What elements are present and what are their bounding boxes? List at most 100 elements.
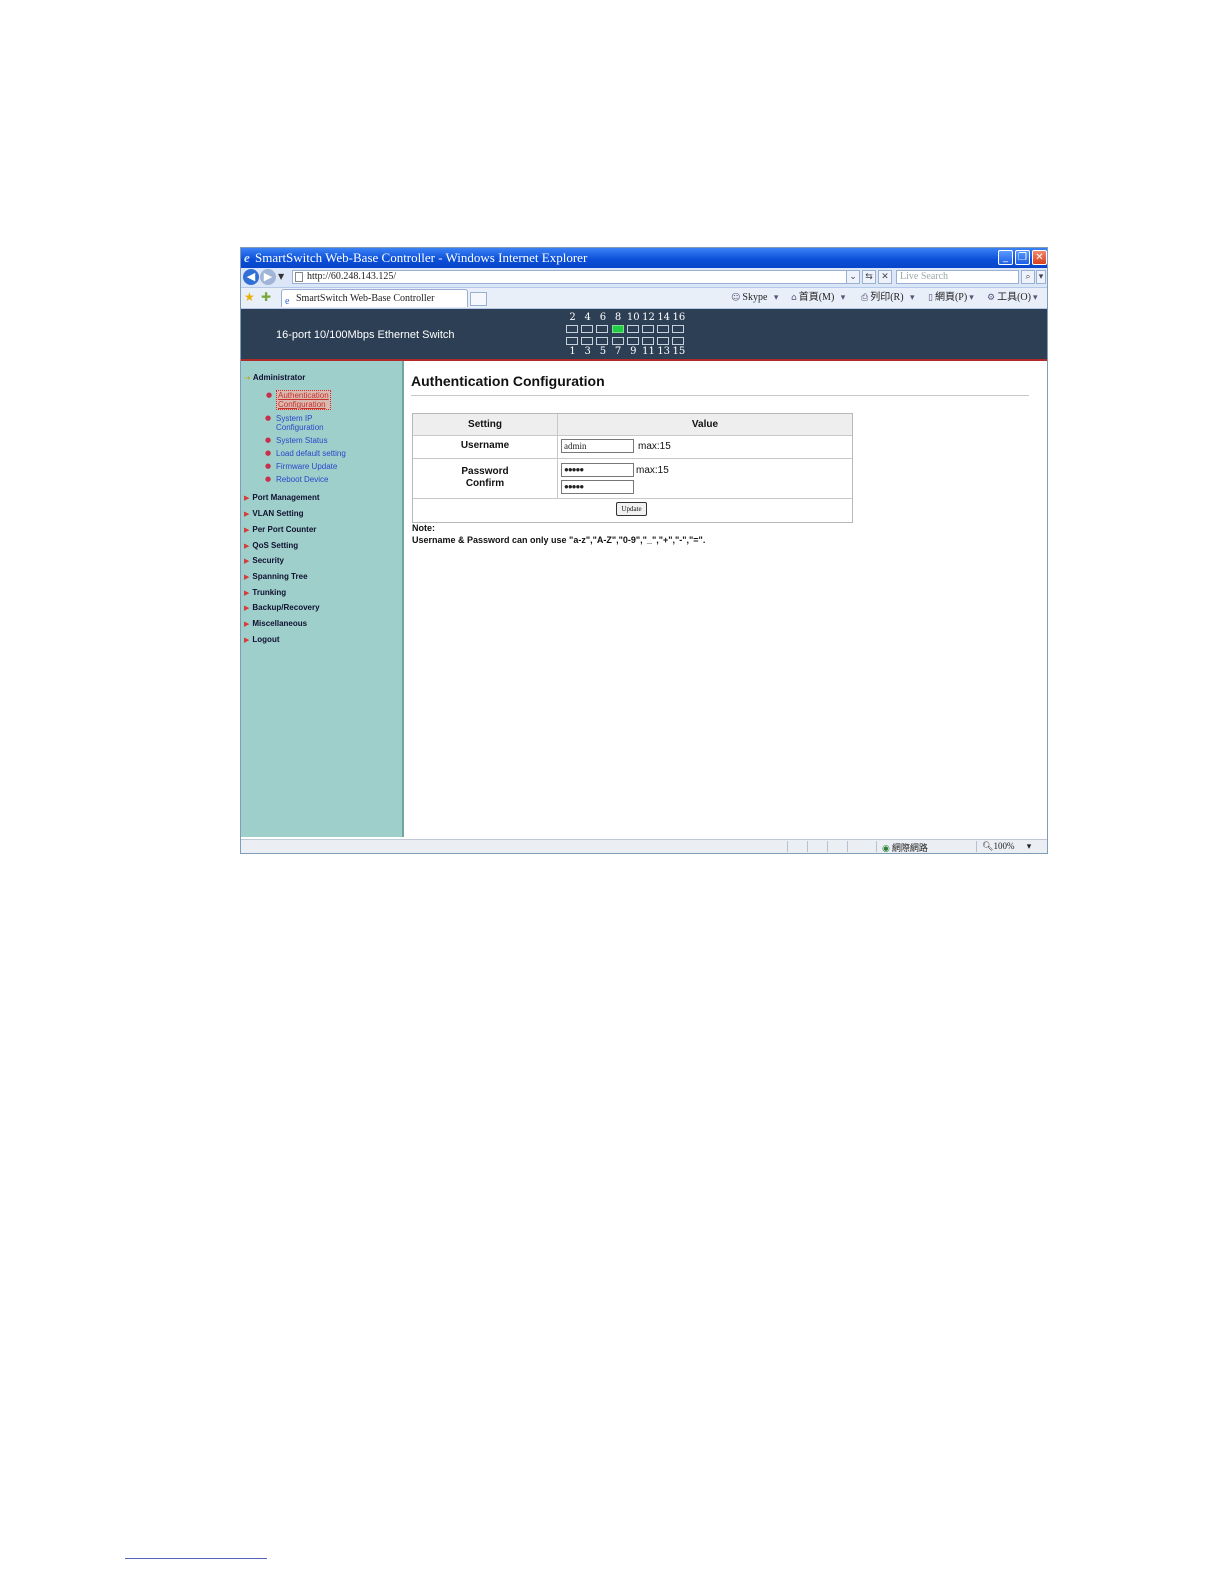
- status-divider: [976, 841, 977, 852]
- header-value: Value: [558, 414, 852, 436]
- menu-qos-setting[interactable]: ▶ QoS Setting: [244, 541, 298, 550]
- port-number-11: 11: [642, 346, 655, 357]
- port-led-8[interactable]: [611, 325, 624, 333]
- menu-label: VLAN Setting: [252, 509, 304, 518]
- note-label: Note:: [412, 523, 435, 533]
- menu-label: Backup/Recovery: [252, 603, 320, 612]
- username-label: Username: [460, 440, 510, 451]
- menu-label: Spanning Tree: [252, 572, 308, 581]
- menu-label: Security: [252, 556, 284, 565]
- port-led-4[interactable]: [581, 325, 594, 333]
- sub-authentication-configuration[interactable]: ● Authentication Configuration: [266, 390, 331, 410]
- menu-vlan-setting[interactable]: ▶ VLAN Setting: [244, 509, 304, 518]
- new-tab-button[interactable]: [470, 292, 487, 306]
- bullet-icon: ●: [265, 475, 272, 483]
- menu-logout[interactable]: ▶ Logout: [244, 635, 280, 644]
- port-number-9: 9: [630, 346, 637, 357]
- port-led-10[interactable]: [626, 325, 639, 333]
- username-field[interactable]: admin: [561, 439, 634, 453]
- confirm-field[interactable]: ●●●●●: [561, 480, 634, 494]
- port-number-1: 1: [569, 346, 576, 357]
- status-divider: [807, 841, 808, 852]
- history-dropdown-icon[interactable]: ▼: [278, 272, 284, 281]
- menu-backup-recovery[interactable]: ▶ Backup/Recovery: [244, 603, 320, 612]
- port-led-1[interactable]: [566, 337, 578, 345]
- switch-header: 16-port 10/100Mbps Ethernet Switch 24681…: [241, 309, 1047, 361]
- port-led-6[interactable]: [596, 325, 609, 333]
- sub-system-status[interactable]: ● System Status: [265, 436, 328, 445]
- port-led-15[interactable]: [672, 337, 685, 345]
- port-number-13: 13: [657, 346, 671, 357]
- url-field[interactable]: http://60.248.143.125/: [292, 270, 860, 284]
- port-led-5[interactable]: [596, 337, 609, 345]
- arrow-icon: ▶: [244, 636, 250, 644]
- skype-button[interactable]: ☺ Skype ▾: [731, 291, 780, 305]
- forward-button[interactable]: ▶: [260, 269, 276, 285]
- home-button[interactable]: ⌂ 首頁(M) ▾: [791, 291, 847, 305]
- port-led-12[interactable]: [642, 325, 654, 333]
- stop-icon[interactable]: ✕: [878, 270, 892, 284]
- sub-label-line1: Authentication: [278, 391, 329, 400]
- arrow-icon: ▶: [244, 494, 250, 502]
- port-led-14[interactable]: [657, 325, 670, 333]
- tools-button[interactable]: ⚙ 工具(O) ▾: [987, 291, 1040, 305]
- tab-smartswitch[interactable]: e SmartSwitch Web-Base Controller: [281, 289, 468, 307]
- zoom-control[interactable]: 🔍︎100% ▾: [982, 841, 1031, 852]
- sub-label: System Status: [276, 436, 328, 445]
- menu-administrator[interactable]: ⇢ Administrator: [244, 373, 305, 382]
- minimize-button[interactable]: _: [998, 250, 1013, 265]
- back-button[interactable]: ◀: [243, 269, 259, 285]
- print-button[interactable]: ⎙ 列印(R) ▾: [861, 291, 917, 305]
- window-title: SmartSwitch Web-Base Controller - Window…: [255, 250, 588, 265]
- close-button[interactable]: ✕: [1032, 250, 1047, 265]
- port-number-7: 7: [614, 346, 622, 357]
- port-number-12: 12: [642, 312, 655, 323]
- confirm-label: Confirm: [465, 478, 505, 489]
- password-field[interactable]: ●●●●●: [561, 463, 634, 477]
- port-led-3[interactable]: [581, 337, 594, 345]
- menu-per-port-counter[interactable]: ▶ Per Port Counter: [244, 525, 316, 534]
- bullet-icon: ●: [265, 436, 272, 444]
- port-led-2[interactable]: [566, 325, 578, 333]
- menu-spanning-tree[interactable]: ▶ Spanning Tree: [244, 572, 308, 581]
- menu-miscellaneous[interactable]: ▶ Miscellaneous: [244, 619, 307, 628]
- search-options-icon[interactable]: ▾: [1036, 270, 1046, 284]
- username-max: max:15: [638, 441, 671, 452]
- menu-port-management[interactable]: ▶ Port Management: [244, 493, 320, 502]
- refresh-icon[interactable]: ⇆: [862, 270, 876, 284]
- sub-system-ip-configuration[interactable]: ● System IP Configuration: [265, 414, 324, 432]
- sub-load-default-setting[interactable]: ● Load default setting: [265, 449, 346, 458]
- menu-security[interactable]: ▶ Security: [244, 556, 284, 565]
- menu-label: Trunking: [252, 588, 287, 597]
- open-arrow-icon: ⇢: [244, 374, 250, 382]
- port-led-13[interactable]: [657, 337, 670, 345]
- device-name: 16-port 10/100Mbps Ethernet Switch: [276, 329, 455, 341]
- page-button[interactable]: ▯ 網頁(P) ▾: [928, 291, 976, 305]
- page-icon: [295, 272, 303, 282]
- password-label: Password: [461, 466, 509, 477]
- port-led-11[interactable]: [642, 337, 654, 345]
- sub-firmware-update[interactable]: ● Firmware Update: [265, 462, 337, 471]
- sub-reboot-device[interactable]: ● Reboot Device: [265, 475, 328, 484]
- port-led-7[interactable]: [611, 337, 624, 345]
- menu-trunking[interactable]: ▶ Trunking: [244, 588, 286, 597]
- port-number-15: 15: [672, 346, 686, 357]
- port-number-4: 4: [584, 312, 591, 323]
- add-favorites-icon[interactable]: ✚: [261, 290, 271, 304]
- restore-button[interactable]: ❐: [1015, 250, 1030, 265]
- port-number-14: 14: [657, 312, 671, 323]
- favorites-icon[interactable]: ★: [244, 290, 255, 304]
- search-input[interactable]: Live Search: [896, 270, 1019, 284]
- security-zone[interactable]: ◉ 網際網路: [882, 841, 928, 853]
- port-number-16: 16: [672, 312, 686, 323]
- url-dropdown-icon[interactable]: ⌄: [846, 270, 860, 284]
- status-divider: [827, 841, 828, 852]
- skype-icon: ☺: [731, 293, 741, 303]
- search-icon[interactable]: ⌕: [1021, 270, 1035, 284]
- menu-label: QoS Setting: [252, 541, 299, 550]
- port-led-16[interactable]: [672, 325, 685, 333]
- update-button[interactable]: Update: [616, 502, 647, 516]
- address-bar: ◀ ▶ ▼ http://60.248.143.125/ ⌄ ⇆ ✕ Live …: [241, 268, 1047, 288]
- port-led-9[interactable]: [626, 337, 639, 345]
- status-divider: [876, 841, 877, 852]
